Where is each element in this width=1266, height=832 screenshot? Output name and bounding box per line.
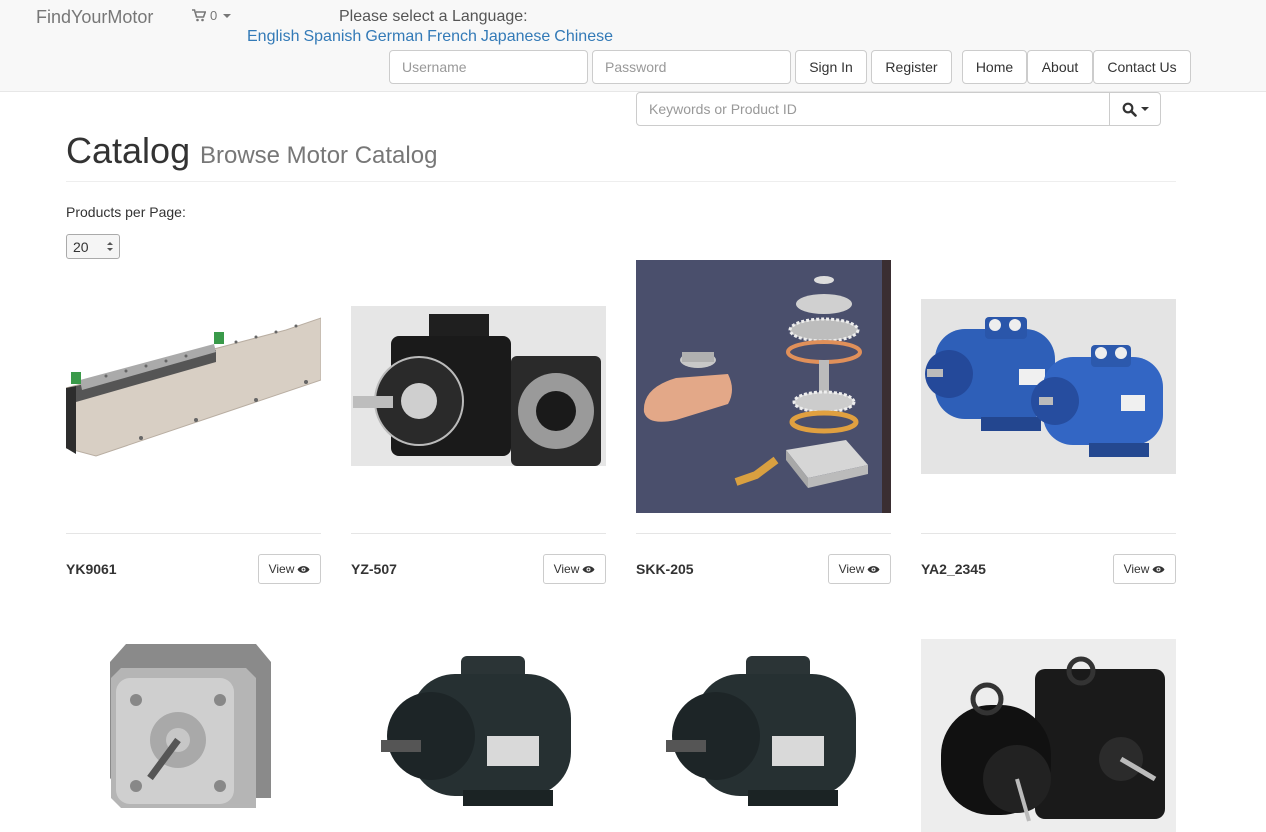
products-per-page-stepper[interactable]: 20 (66, 234, 120, 259)
product-image[interactable] (351, 306, 606, 466)
eye-icon (1152, 565, 1165, 573)
language-link-spanish[interactable]: Spanish (303, 28, 361, 46)
products-per-page-label: Products per Page: (66, 204, 186, 220)
language-prompt: Please select a Language: (339, 8, 528, 25)
language-link-german[interactable]: German (365, 28, 423, 46)
view-button-label: View (838, 562, 865, 576)
view-button-label: View (268, 562, 295, 576)
eye-icon (867, 565, 880, 573)
product-name: YA2_2345 (921, 561, 986, 577)
product-image[interactable] (66, 316, 321, 462)
product-image[interactable] (921, 299, 1176, 474)
language-link-french[interactable]: French (427, 28, 477, 46)
nav-about-button[interactable]: About (1027, 50, 1093, 84)
chevron-down-icon (223, 13, 232, 18)
search-input[interactable] (636, 92, 1110, 126)
card-divider (351, 533, 606, 534)
navbar: FindYourMotor 0 Please select a Language… (0, 0, 1266, 92)
language-links: English Spanish German French Japanese C… (247, 28, 613, 46)
sign-in-button[interactable]: Sign In (795, 50, 867, 84)
view-button[interactable]: View (543, 554, 606, 584)
view-button[interactable]: View (1113, 554, 1176, 584)
product-name: SKK-205 (636, 561, 694, 577)
search-button[interactable] (1109, 92, 1161, 126)
nav-contact-button[interactable]: Contact Us (1093, 50, 1191, 84)
register-button[interactable]: Register (871, 50, 952, 84)
eye-icon (297, 565, 310, 573)
product-image[interactable] (636, 260, 891, 513)
chevron-down-icon (1140, 107, 1149, 111)
view-button[interactable]: View (828, 554, 891, 584)
cart-dropdown[interactable]: 0 (192, 8, 232, 23)
nav-home-button[interactable]: Home (962, 50, 1027, 84)
view-button-label: View (553, 562, 580, 576)
product-image[interactable] (351, 650, 606, 825)
username-input[interactable] (389, 50, 588, 84)
product-image[interactable] (66, 638, 321, 818)
view-button-label: View (1123, 562, 1150, 576)
cart-count: 0 (210, 8, 218, 23)
card-divider (636, 533, 891, 534)
card-divider (921, 533, 1176, 534)
card-divider (66, 533, 321, 534)
product-name: YK9061 (66, 561, 117, 577)
language-link-english[interactable]: English (247, 28, 299, 46)
products-per-page-value: 20 (73, 238, 89, 255)
language-link-japanese[interactable]: Japanese (481, 28, 550, 46)
language-link-chinese[interactable]: Chinese (554, 28, 613, 46)
page-header: Catalog Browse Motor Catalog (66, 130, 437, 172)
product-image[interactable] (921, 639, 1176, 832)
spinner-arrows-icon[interactable] (107, 242, 113, 251)
search-icon (1122, 102, 1137, 117)
product-name: YZ-507 (351, 561, 397, 577)
eye-icon (582, 565, 595, 573)
product-image[interactable] (636, 650, 891, 825)
brand-link[interactable]: FindYourMotor (36, 7, 153, 28)
page-subtitle: Browse Motor Catalog (199, 142, 438, 169)
cart-icon (192, 9, 206, 22)
page-title: Catalog (66, 130, 191, 171)
password-input[interactable] (592, 50, 791, 84)
header-divider (66, 181, 1176, 182)
view-button[interactable]: View (258, 554, 321, 584)
search-bar (636, 92, 1161, 126)
